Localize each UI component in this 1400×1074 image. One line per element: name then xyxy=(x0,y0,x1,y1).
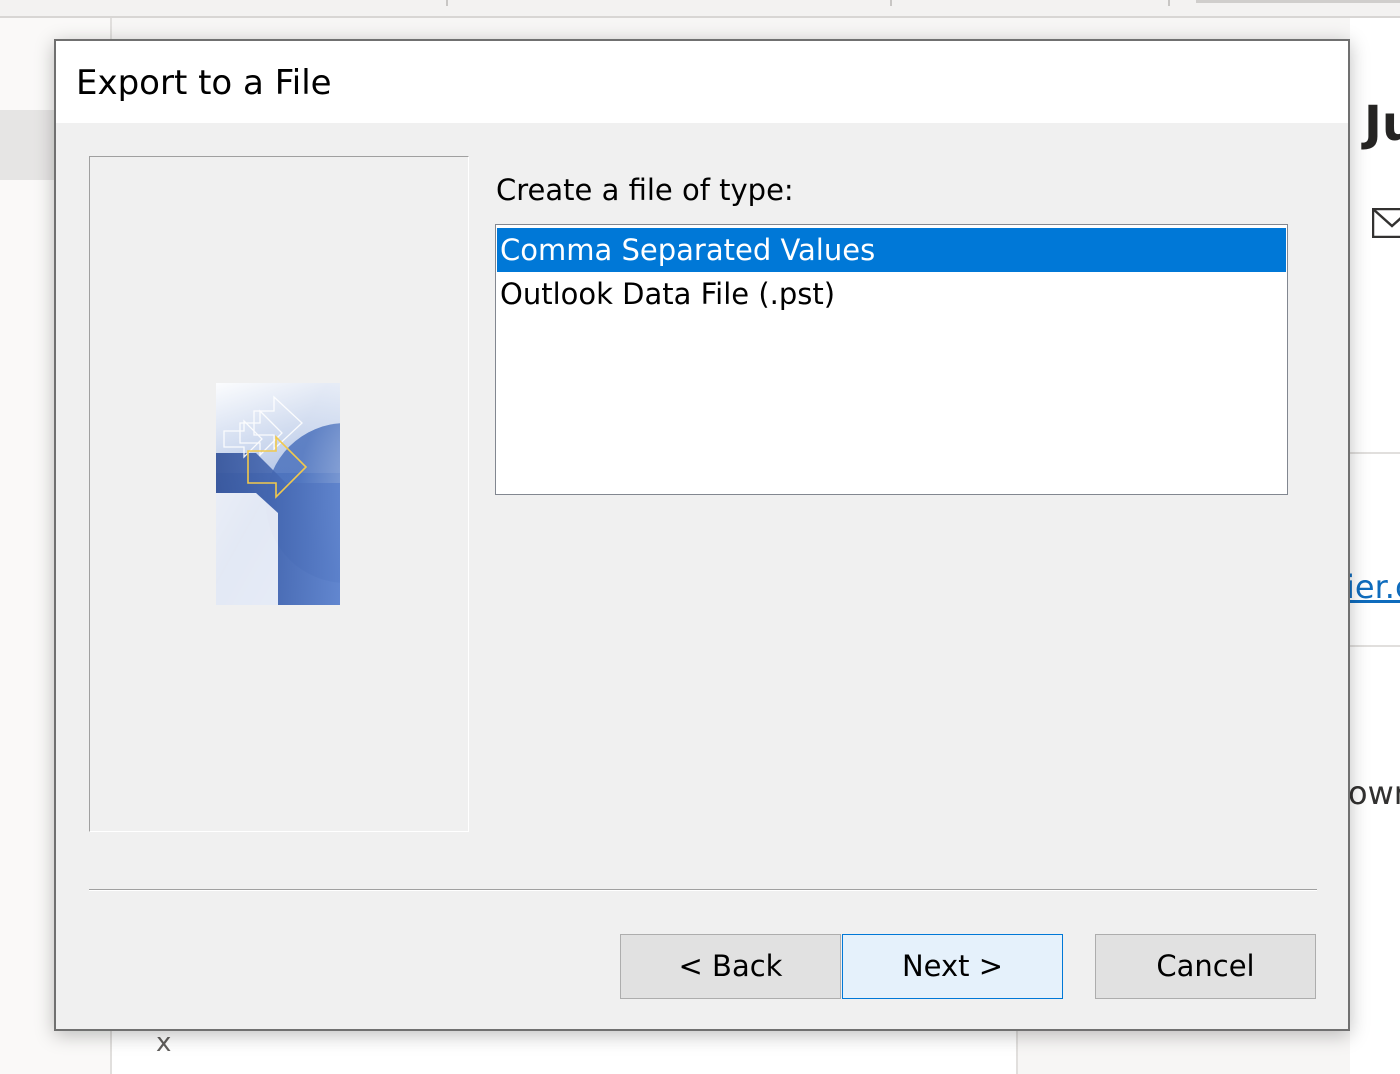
mail-icon xyxy=(1372,208,1400,238)
reading-pane-divider xyxy=(1350,452,1400,454)
reading-pane-title: Ju xyxy=(1364,96,1400,152)
toolbar-accent xyxy=(1196,0,1400,3)
dialog-titlebar[interactable]: Export to a File xyxy=(56,41,1348,123)
background-toolbar xyxy=(0,0,1400,18)
background-close-button[interactable]: x xyxy=(156,1028,171,1058)
background-message-list xyxy=(112,1030,1018,1074)
reading-pane-link[interactable]: ier.c xyxy=(1350,568,1400,606)
background-selected-folder xyxy=(0,110,60,180)
next-button[interactable]: Next > xyxy=(842,934,1063,999)
file-type-option-csv[interactable]: Comma Separated Values xyxy=(497,228,1286,272)
background-reading-pane: Ju ier.c owr xyxy=(1350,18,1400,1074)
file-type-label: Create a file of type: xyxy=(496,173,794,207)
dialog-title: Export to a File xyxy=(76,63,332,103)
toolbar-separator xyxy=(446,0,448,6)
toolbar-separator xyxy=(1168,0,1170,6)
dialog-divider xyxy=(89,889,1317,891)
back-button[interactable]: < Back xyxy=(620,934,841,999)
wizard-image-panel xyxy=(89,156,469,832)
reading-pane-text: owr xyxy=(1350,774,1400,812)
export-to-file-dialog: Export to a File Create a file of type: … xyxy=(54,39,1350,1031)
file-type-listbox[interactable]: Comma Separated Values Outlook Data File… xyxy=(495,224,1288,495)
file-type-option-pst[interactable]: Outlook Data File (.pst) xyxy=(497,272,1286,316)
toolbar-separator xyxy=(890,0,892,6)
cancel-button[interactable]: Cancel xyxy=(1095,934,1316,999)
export-wizard-graphic xyxy=(216,383,340,605)
reading-pane-divider xyxy=(1350,645,1400,647)
